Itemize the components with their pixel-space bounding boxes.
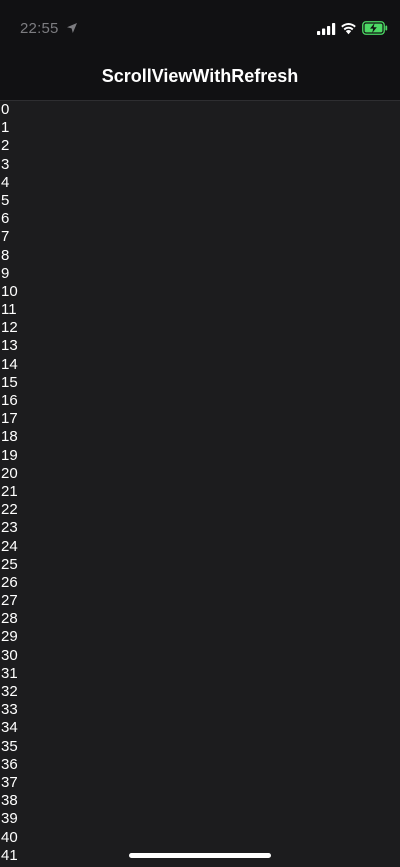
list-item: 7 — [1, 228, 10, 246]
list-item: 9 — [1, 264, 10, 282]
list-item: 30 — [1, 646, 18, 664]
list-item: 38 — [1, 792, 18, 810]
navigation-bar: ScrollViewWithRefresh — [0, 56, 400, 101]
page-title: ScrollViewWithRefresh — [101, 66, 299, 86]
scroll-view[interactable]: 0 1 2 3 4 5 6 7 8 9 10 11 12 13 14 15 16 17 18 19 20 21 22 23 24… — [0, 101, 400, 867]
list-item: 6 — [1, 210, 10, 228]
list-item: 11 — [1, 301, 17, 319]
list-item: 12 — [1, 319, 18, 337]
list-item: 23 — [1, 519, 18, 537]
app-screen: 22:55 ScrollViewWithRefresh 0 1 2 3 4 5 6 7 8 9 10… — [0, 0, 400, 867]
list-item: 3 — [1, 155, 10, 173]
list-item: 13 — [1, 337, 18, 355]
list-item: 33 — [1, 701, 18, 719]
list-item: 8 — [1, 246, 10, 264]
location-arrow-icon — [67, 23, 77, 33]
list-item: 0 — [1, 101, 10, 118]
list-item: 21 — [1, 482, 18, 500]
list-item: 14 — [1, 355, 18, 373]
list-item: 32 — [1, 683, 18, 700]
list-item: 37 — [1, 773, 18, 791]
cellular-signal-icon — [317, 23, 336, 35]
list-item: 19 — [1, 446, 18, 464]
list-item: 25 — [1, 555, 18, 573]
list-item: 27 — [1, 592, 18, 610]
list-item: 16 — [1, 392, 18, 409]
list-item: 29 — [1, 628, 18, 646]
status-bar: 22:55 — [0, 0, 400, 56]
list-item: 36 — [1, 755, 18, 773]
list-item: 1 — [1, 119, 10, 137]
list-item: 26 — [1, 573, 18, 591]
list-item: 18 — [1, 428, 18, 446]
list-item: 39 — [1, 810, 18, 828]
list-item: 34 — [1, 719, 18, 737]
list-item: 4 — [1, 173, 10, 191]
list-item: 2 — [1, 137, 10, 155]
list-item: 20 — [1, 464, 18, 482]
list-item: 17 — [1, 410, 18, 428]
status-time: 22:55 — [20, 20, 59, 37]
list-item: 40 — [1, 828, 18, 846]
list-item: 35 — [1, 737, 18, 755]
list-item: 22 — [1, 501, 18, 519]
list-item: 15 — [1, 373, 18, 391]
home-indicator[interactable] — [129, 853, 271, 858]
list-item: 5 — [1, 191, 10, 209]
list-item: 24 — [1, 537, 18, 555]
list-item: 31 — [1, 664, 18, 682]
list-item: 28 — [1, 610, 18, 628]
battery-charging-icon — [362, 21, 388, 35]
list-item: 10 — [1, 282, 18, 300]
wifi-icon — [341, 23, 356, 35]
